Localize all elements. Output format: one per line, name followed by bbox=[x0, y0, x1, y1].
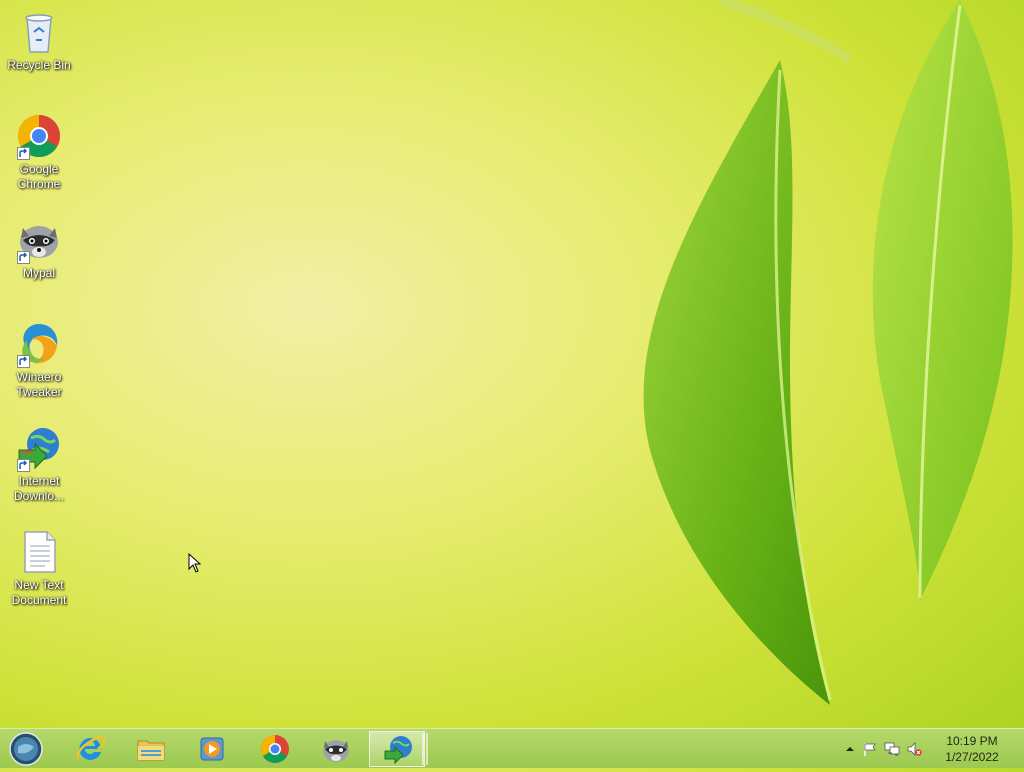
clock-time: 10:19 PM bbox=[946, 734, 998, 748]
media-player-icon bbox=[200, 737, 224, 761]
text-document-icon bbox=[15, 528, 63, 576]
icon-label: Google Chrome bbox=[17, 162, 61, 191]
taskbar-mypal[interactable] bbox=[308, 731, 364, 767]
action-center-button[interactable] bbox=[862, 741, 878, 757]
winaero-tweaker-icon bbox=[15, 320, 63, 368]
taskbar: 10:19 PM 1/27/2022 bbox=[0, 728, 1024, 768]
taskbar-divider bbox=[422, 733, 428, 765]
internet-download-manager-icon bbox=[15, 424, 63, 472]
shortcut-arrow-icon bbox=[17, 459, 30, 472]
taskbar-internet-download-manager[interactable] bbox=[369, 731, 425, 767]
taskbar-google-chrome[interactable] bbox=[247, 731, 303, 767]
network-button[interactable] bbox=[884, 741, 900, 757]
system-tray: 10:19 PM 1/27/2022 bbox=[834, 729, 1024, 769]
volume-button[interactable] bbox=[906, 741, 922, 757]
start-button[interactable] bbox=[6, 731, 46, 767]
icon-label: New Text Document bbox=[11, 578, 67, 607]
mypal-raccoon-icon bbox=[15, 216, 63, 264]
action-center-flag-icon bbox=[864, 743, 876, 756]
leaf-right bbox=[872, 0, 1013, 600]
desktop-icon-mypal[interactable]: Mypal bbox=[4, 216, 74, 281]
leaf-left bbox=[643, 60, 830, 705]
internet-download-manager-icon bbox=[384, 736, 412, 765]
mouse-cursor-icon bbox=[188, 553, 202, 573]
taskbar-media-player[interactable] bbox=[184, 731, 240, 767]
desktop-icon-internet-download-manager[interactable]: Internet Downlo... bbox=[4, 424, 74, 504]
icon-label: Mypal bbox=[22, 266, 55, 280]
chrome-icon bbox=[15, 112, 63, 160]
clock-date: 1/27/2022 bbox=[945, 750, 999, 764]
desktop-icon-new-text-document[interactable]: New Text Document bbox=[4, 528, 74, 608]
desktop-icon-winaero-tweaker[interactable]: Winaero Tweaker bbox=[4, 320, 74, 400]
stem bbox=[718, 0, 853, 65]
taskbar-clock[interactable]: 10:19 PM 1/27/2022 bbox=[942, 733, 1002, 765]
taskbar-internet-explorer[interactable] bbox=[62, 731, 118, 767]
shortcut-arrow-icon bbox=[17, 355, 30, 368]
network-icon bbox=[884, 742, 900, 756]
shortcut-arrow-icon bbox=[17, 251, 30, 264]
show-hidden-icons-button[interactable] bbox=[842, 741, 858, 757]
icon-label: Internet Downlo... bbox=[13, 474, 65, 503]
volume-muted-icon bbox=[907, 742, 922, 756]
wallpaper bbox=[643, 0, 1013, 705]
recycle-bin-icon bbox=[15, 8, 63, 56]
desktop-icon-recycle-bin[interactable]: Recycle Bin bbox=[4, 8, 74, 73]
desktop-icon-google-chrome[interactable]: Google Chrome bbox=[4, 112, 74, 192]
show-hidden-icons-icon bbox=[846, 747, 854, 751]
folder-icon bbox=[137, 740, 165, 761]
internet-explorer-icon bbox=[76, 736, 106, 760]
taskbar-file-explorer[interactable] bbox=[123, 731, 179, 767]
icon-label: Winaero Tweaker bbox=[16, 370, 62, 399]
desktop-icons: Recycle Bin Google Chrome Mypal Winaero … bbox=[0, 0, 80, 728]
start-orb-icon bbox=[9, 732, 43, 766]
chrome-icon bbox=[261, 735, 289, 763]
mypal-raccoon-icon bbox=[323, 740, 349, 762]
shortcut-arrow-icon bbox=[17, 147, 30, 160]
icon-label: Recycle Bin bbox=[7, 58, 71, 72]
